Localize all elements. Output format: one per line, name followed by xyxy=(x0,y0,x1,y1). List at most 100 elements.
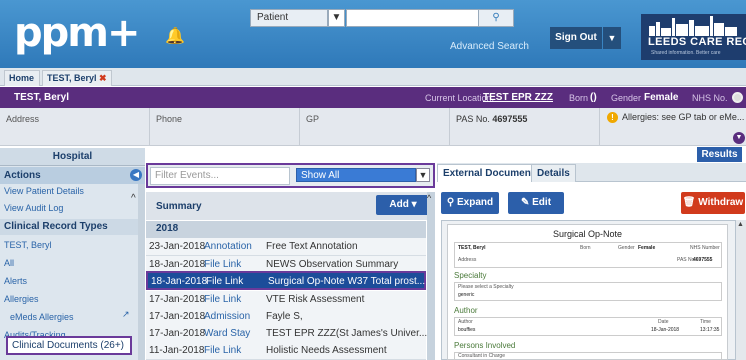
actions-header[interactable]: Actions xyxy=(0,167,145,184)
event-type: File Link xyxy=(206,276,244,287)
doc-author-box xyxy=(454,317,722,336)
sidebar-item-patient[interactable]: TEST, Beryl xyxy=(0,238,138,254)
event-description: NEWS Observation Summary xyxy=(266,259,399,270)
withdraw-button[interactable]: 🗑 Withdraw xyxy=(681,192,745,214)
event-description: VTE Risk Assessment xyxy=(266,294,365,305)
edit-button[interactable]: ✎ Edit xyxy=(508,192,564,214)
event-date: 18-Jan-2018 xyxy=(149,259,206,270)
event-date: 23-Jan-2018 xyxy=(149,241,206,252)
location-value[interactable]: TEST EPR ZZZ xyxy=(483,92,553,103)
gp-label: GP xyxy=(306,114,320,124)
doc-date-label: Date xyxy=(658,319,669,325)
gender-value: Female xyxy=(644,92,679,103)
event-row[interactable]: 11-Jan-2018 File Link Holistic Needs Asses… xyxy=(146,342,426,360)
add-button[interactable]: Add ▾ xyxy=(376,195,430,215)
event-type: File Link xyxy=(204,259,242,270)
event-row[interactable]: 17-Jan-2018 Admission Fayle S, xyxy=(146,308,426,326)
external-link-icon[interactable]: ↗ xyxy=(122,309,130,320)
event-type: Annotation xyxy=(204,241,252,252)
event-type: Ward Stay xyxy=(204,328,251,339)
doc-address-label: Address xyxy=(458,257,477,263)
tab-details[interactable]: Details xyxy=(531,164,576,182)
sign-out-dropdown[interactable]: ▼ xyxy=(603,27,621,49)
event-row[interactable]: 23-Jan-2018 Annotation Free Text Annotatio… xyxy=(146,238,426,256)
sign-out-button[interactable]: Sign Out xyxy=(550,27,602,49)
sidebar-item-alerts[interactable]: Alerts xyxy=(0,274,138,290)
doc-patient-name: TEST, Beryl xyxy=(458,245,486,251)
event-type: File Link xyxy=(204,294,242,305)
event-date: 17-Jan-2018 xyxy=(149,328,206,339)
close-icon[interactable]: ✖ xyxy=(99,73,107,83)
tab-home[interactable]: Home xyxy=(4,70,40,86)
results-tab[interactable]: Results xyxy=(697,147,742,162)
sidebar-item-clinical-documents[interactable]: Clinical Documents (26+) xyxy=(6,336,132,355)
doc-specialty-hint: Please select a Specialty xyxy=(458,284,514,290)
phone-label: Phone xyxy=(156,114,183,124)
sidebar-scrollbar[interactable] xyxy=(138,184,145,360)
doc-author-value: bouffies xyxy=(458,327,476,333)
doc-author-heading: Author xyxy=(454,306,478,315)
chevron-down-icon: ▼ xyxy=(607,33,617,43)
phone-cell: Phone xyxy=(150,108,300,146)
show-all-select[interactable]: Show All xyxy=(296,168,416,182)
sidebar-item-all[interactable]: All xyxy=(0,256,138,272)
edit-label: Edit xyxy=(532,197,552,208)
event-row[interactable]: 17-Jan-2018 Ward Stay TEST EPR ZZZ(St Jame… xyxy=(146,325,427,343)
pas-value: 4697555 xyxy=(492,114,528,124)
event-date: 11-Jan-2018 xyxy=(149,345,205,356)
doc-time-value: 13:17:35 xyxy=(700,327,720,333)
summary-title: Summary xyxy=(156,201,202,212)
address-cell: Address xyxy=(0,108,150,146)
sidebar-item-emeds-allergies[interactable]: eMeds Allergies xyxy=(0,310,138,326)
doc-author-label: Author xyxy=(458,319,473,325)
advanced-search-link[interactable]: Advanced Search xyxy=(450,41,529,52)
trash-icon: 🗑 xyxy=(682,197,696,208)
hospital-header[interactable]: Hospital xyxy=(0,148,145,166)
doc-gender-value: Female xyxy=(638,245,656,251)
pas-label: PAS No. xyxy=(456,114,490,124)
born-label: Born xyxy=(569,93,589,103)
chevron-down-icon[interactable]: ▼ xyxy=(416,168,430,182)
skyline-logo xyxy=(649,16,737,36)
allergies-text[interactable]: Allergies: see GP tab or eMe... xyxy=(622,112,746,122)
collapse-icon[interactable]: ◀ xyxy=(130,169,142,181)
chevron-down-icon[interactable]: ▼ xyxy=(328,9,345,27)
scroll-up-icon[interactable]: ^ xyxy=(131,193,136,204)
expand-button[interactable]: ⚲ Expand xyxy=(441,192,499,214)
bell-icon[interactable]: 🔔 xyxy=(165,26,185,46)
sidebar-item-view-patient-details[interactable]: View Patient Details xyxy=(0,184,138,200)
event-date: 17-Jan-2018 xyxy=(149,311,206,322)
sidebar-item-view-audit-log[interactable]: View Audit Log xyxy=(0,201,138,217)
pas-cell: PAS No. 4697555 xyxy=(450,108,600,146)
patient-search-input[interactable] xyxy=(346,9,494,27)
events-scrollbar[interactable] xyxy=(427,192,435,360)
gender-label: Gender xyxy=(611,93,642,103)
event-row-selected[interactable]: 18-Jan-2018 File Link Surgical Op-Note W37… xyxy=(146,271,426,290)
doc-pas-value: 4697555 xyxy=(693,257,713,263)
scroll-up-icon[interactable]: ^ xyxy=(427,193,431,203)
brand-title: LEEDS CARE REC xyxy=(648,36,746,48)
tab-patient[interactable]: TEST, Beryl ✖ xyxy=(42,70,112,86)
doc-time-label: Time xyxy=(700,319,711,325)
app-logo[interactable]: ppm+ xyxy=(14,10,140,56)
pencil-icon: ✎ xyxy=(520,197,530,208)
sidebar-section-header: Clinical Record Types xyxy=(0,219,138,235)
document-scrollbar[interactable] xyxy=(736,220,746,360)
doc-specialty-heading: Specialty xyxy=(454,271,487,280)
search-icon: ⚲ xyxy=(492,12,500,23)
event-type: File Link xyxy=(204,345,242,356)
search-type-select[interactable]: Patient xyxy=(250,9,328,27)
event-row[interactable]: 17-Jan-2018 File Link VTE Risk Assessment xyxy=(146,291,426,309)
brand-subtitle: Shared information. Better care xyxy=(651,50,721,56)
sidebar-item-allergies[interactable]: Allergies xyxy=(0,292,138,308)
doc-born-label: Born xyxy=(580,245,591,251)
filter-events-input[interactable]: Filter Events... xyxy=(150,167,290,185)
chevron-down-icon[interactable]: ▼ xyxy=(733,132,745,144)
doc-date-value: 18-Jan-2018 xyxy=(651,327,680,333)
gp-cell: GP xyxy=(300,108,450,146)
search-button[interactable]: ⚲ xyxy=(478,9,514,27)
tab-external-document[interactable]: External Document xyxy=(437,164,541,182)
year-group-header: 2018 xyxy=(146,221,426,238)
event-date: 18-Jan-2018 xyxy=(151,276,208,287)
scroll-up-icon[interactable]: ▲ xyxy=(737,221,744,228)
